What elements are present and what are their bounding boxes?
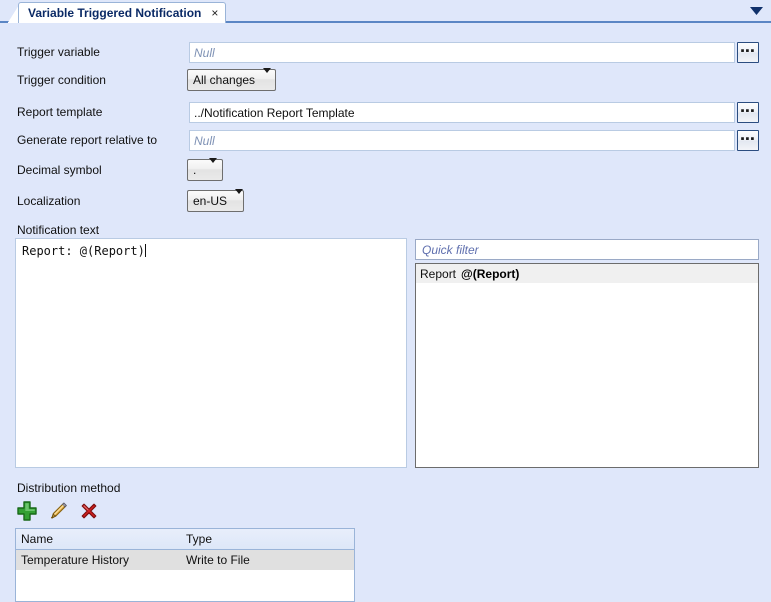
notification-text-editor[interactable]: Report: @(Report) [15,238,407,468]
trigger-condition-select[interactable]: All changes [187,68,276,91]
chevron-down-icon[interactable] [750,7,763,16]
table-header-row: Name Type [16,529,354,550]
label-report-template: Report template [17,105,103,119]
token-name: Report [420,266,457,281]
form-area: Trigger variable Null ▪▪▪ Trigger condit… [0,23,771,602]
ellipsis-icon: ▪▪▪ [740,44,756,57]
close-icon[interactable]: × [211,7,218,19]
tab-label: Variable Triggered Notification [28,6,202,20]
label-decimal-symbol: Decimal symbol [17,163,102,177]
token-list[interactable]: Report @(Report) [415,263,759,468]
tab-strip: Variable Triggered Notification × [0,0,771,23]
generate-report-relative-to-browse-button[interactable]: ▪▪▪ [737,130,759,151]
notification-text-value: Report: @(Report) [22,244,145,258]
cell-name: Temperature History [21,553,130,567]
generate-report-relative-to-input[interactable]: Null [189,130,735,151]
label-distribution-method: Distribution method [17,481,121,495]
distribution-table: Name Type Temperature History Write to F… [15,528,355,602]
field-row-localization: Localization en-US [0,189,771,213]
list-item[interactable]: Report @(Report) [416,264,758,283]
field-row-trigger-condition: Trigger condition All changes [0,68,771,92]
report-template-value: ../Notification Report Template [194,105,355,120]
report-template-browse-button[interactable]: ▪▪▪ [737,102,759,123]
column-header-type: Type [186,532,213,546]
field-row-decimal-symbol: Decimal symbol . [0,158,771,182]
distribution-toolbar [16,498,136,524]
localization-value: en-US [193,194,228,208]
tab-variable-triggered-notification[interactable]: Variable Triggered Notification × [18,2,227,23]
column-header-name: Name [21,532,54,546]
trigger-condition-value: All changes [193,73,256,87]
trigger-variable-input[interactable]: Null [189,42,735,63]
delete-icon[interactable] [78,500,100,522]
edit-icon[interactable] [47,500,69,522]
generate-report-relative-to-placeholder: Null [194,133,215,148]
quick-filter-placeholder: Quick filter [422,242,479,257]
add-icon[interactable] [16,500,38,522]
field-row-generate-report-relative-to: Generate report relative to Null ▪▪▪ [0,130,771,152]
quick-filter-input[interactable]: Quick filter [415,239,759,260]
decimal-symbol-value: . [193,163,197,177]
token-expression: @(Report) [461,266,520,281]
label-trigger-variable: Trigger variable [17,45,100,59]
cell-type: Write to File [186,553,250,567]
chevron-down-icon [201,158,217,177]
table-row[interactable]: Temperature History Write to File [16,550,354,570]
text-caret [144,244,146,257]
decimal-symbol-select[interactable]: . [187,158,223,181]
report-template-input[interactable]: ../Notification Report Template [189,102,735,123]
chevron-down-icon [227,189,244,208]
trigger-variable-placeholder: Null [194,45,215,60]
chevron-down-icon [255,68,272,87]
trigger-variable-browse-button[interactable]: ▪▪▪ [737,42,759,63]
label-generate-report-relative-to: Generate report relative to [17,133,158,147]
label-localization: Localization [17,194,81,208]
ellipsis-icon: ▪▪▪ [740,132,756,145]
field-row-trigger-variable: Trigger variable Null ▪▪▪ [0,42,771,64]
localization-select[interactable]: en-US [187,189,244,212]
label-notification-text: Notification text [17,223,100,237]
ellipsis-icon: ▪▪▪ [740,104,756,117]
field-row-report-template: Report template ../Notification Report T… [0,102,771,124]
label-trigger-condition: Trigger condition [17,73,106,87]
